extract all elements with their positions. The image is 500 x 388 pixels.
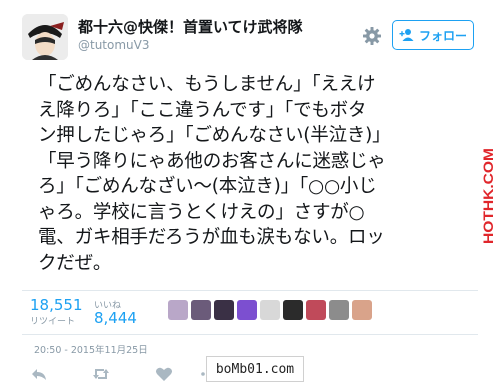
retweet-count[interactable]: 18,551 [30,296,83,314]
liker-avatar[interactable] [237,300,257,320]
retweet-label: リツイート [30,317,76,327]
divider [22,290,478,291]
tweet-line: ゃろ。学校に言うとくけえの」さすが○ [38,201,365,223]
liker-avatar[interactable] [329,300,349,320]
liker-avatar[interactable] [214,300,234,320]
follow-label: フォロー [418,28,467,43]
tweet-line: 「早う降りにゃあ他のお客さんに迷惑じゃ [38,150,386,172]
avatar-image [22,14,68,60]
liker-avatar[interactable] [306,300,326,320]
side-watermark: HOTHK.COM [480,148,496,244]
tweet-line: え降りろ」「ここ違うんです」「でもボタ [38,99,367,121]
liker-avatar[interactable] [283,300,303,320]
follow-button[interactable]: フォロー [392,20,474,50]
svg-text:HOTHK.COM: HOTHK.COM [480,148,496,244]
liker-avatar[interactable] [168,300,188,320]
tweet-line: クだぜ。 [38,252,112,274]
liker-avatar[interactable] [191,300,211,320]
avatar[interactable] [22,14,68,60]
add-user-icon [399,29,414,41]
heart-icon[interactable] [155,366,173,382]
tweet-line: 「ごめんなさい、もうしません」「ええけ [38,74,376,95]
timestamp[interactable]: 20:50 - 2015年11月25日 [34,342,148,356]
tweet-line: ン押したじゃろ」「ごめんなさい(半泣き)」 [38,125,391,146]
site-watermark: boMb01.com [206,356,304,382]
gear-icon[interactable] [362,26,382,46]
likes-count[interactable]: 8,444 [94,309,137,327]
retweet-icon[interactable] [92,366,110,382]
display-name[interactable]: 都十六@快傑！首置いてけ武将隊 [78,16,303,37]
tweet-line: 電、ガキ相手だろうが血も涙もない。ロッ [38,227,385,248]
liker-avatar[interactable] [352,300,372,320]
reply-icon[interactable] [30,366,48,382]
user-handle[interactable]: @tutomuV3 [78,38,150,52]
liker-avatars [168,300,372,320]
tweet-text: 「ごめんなさい、もうしません」「ええけ え降りろ」「ここ違うんです」「でもボタ … [38,72,470,276]
tweet-line: ろ」「ごめんなざい〜(本泣き)」「○○小じ [38,176,377,197]
divider [22,334,478,335]
liker-avatar[interactable] [260,300,280,320]
